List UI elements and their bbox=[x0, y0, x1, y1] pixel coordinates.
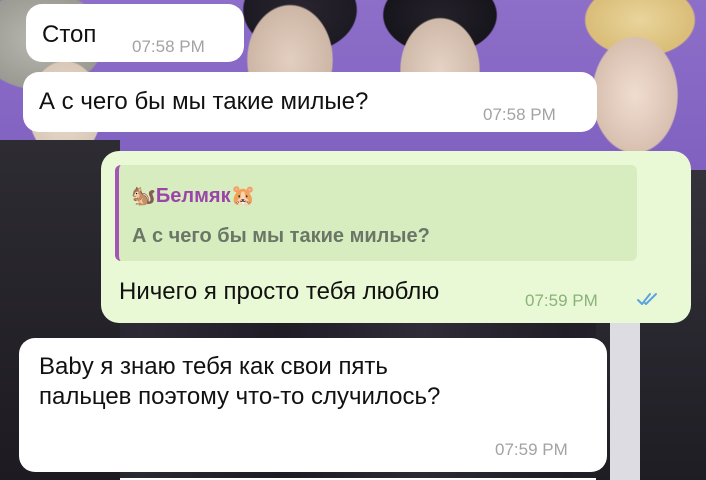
message-time: 07:58 PM bbox=[132, 37, 205, 56]
message-time: 07:59 PM bbox=[525, 291, 598, 310]
message-text: А с чего бы мы такие милые? bbox=[39, 88, 369, 115]
message-time: 07:59 PM bbox=[495, 440, 568, 459]
message-text: Стоп bbox=[42, 21, 97, 48]
message-bubble-incoming[interactable]: Baby я знаю тебя как свои пять пальцев п… bbox=[19, 338, 607, 472]
message-time: 07:58 PM bbox=[483, 105, 556, 124]
reply-author: 🐿️Белмяк🐹 bbox=[131, 185, 256, 207]
message-bubble-incoming[interactable]: Стоп 07:58 PM bbox=[26, 4, 244, 62]
reply-preview[interactable]: 🐿️Белмяк🐹 А с чего бы мы такие милые? bbox=[115, 165, 637, 261]
reply-quote: А с чего бы мы такие милые? bbox=[132, 225, 430, 247]
message-bubble-outgoing[interactable]: 🐿️Белмяк🐹 А с чего бы мы такие милые? Ни… bbox=[101, 151, 691, 323]
message-bubble-incoming[interactable]: А с чего бы мы такие милые? 07:58 PM bbox=[23, 72, 597, 132]
message-text: Ничего я просто тебя люблю bbox=[119, 278, 440, 305]
message-text: Baby я знаю тебя как свои пять пальцев п… bbox=[39, 353, 441, 410]
double-check-icon bbox=[637, 293, 657, 305]
